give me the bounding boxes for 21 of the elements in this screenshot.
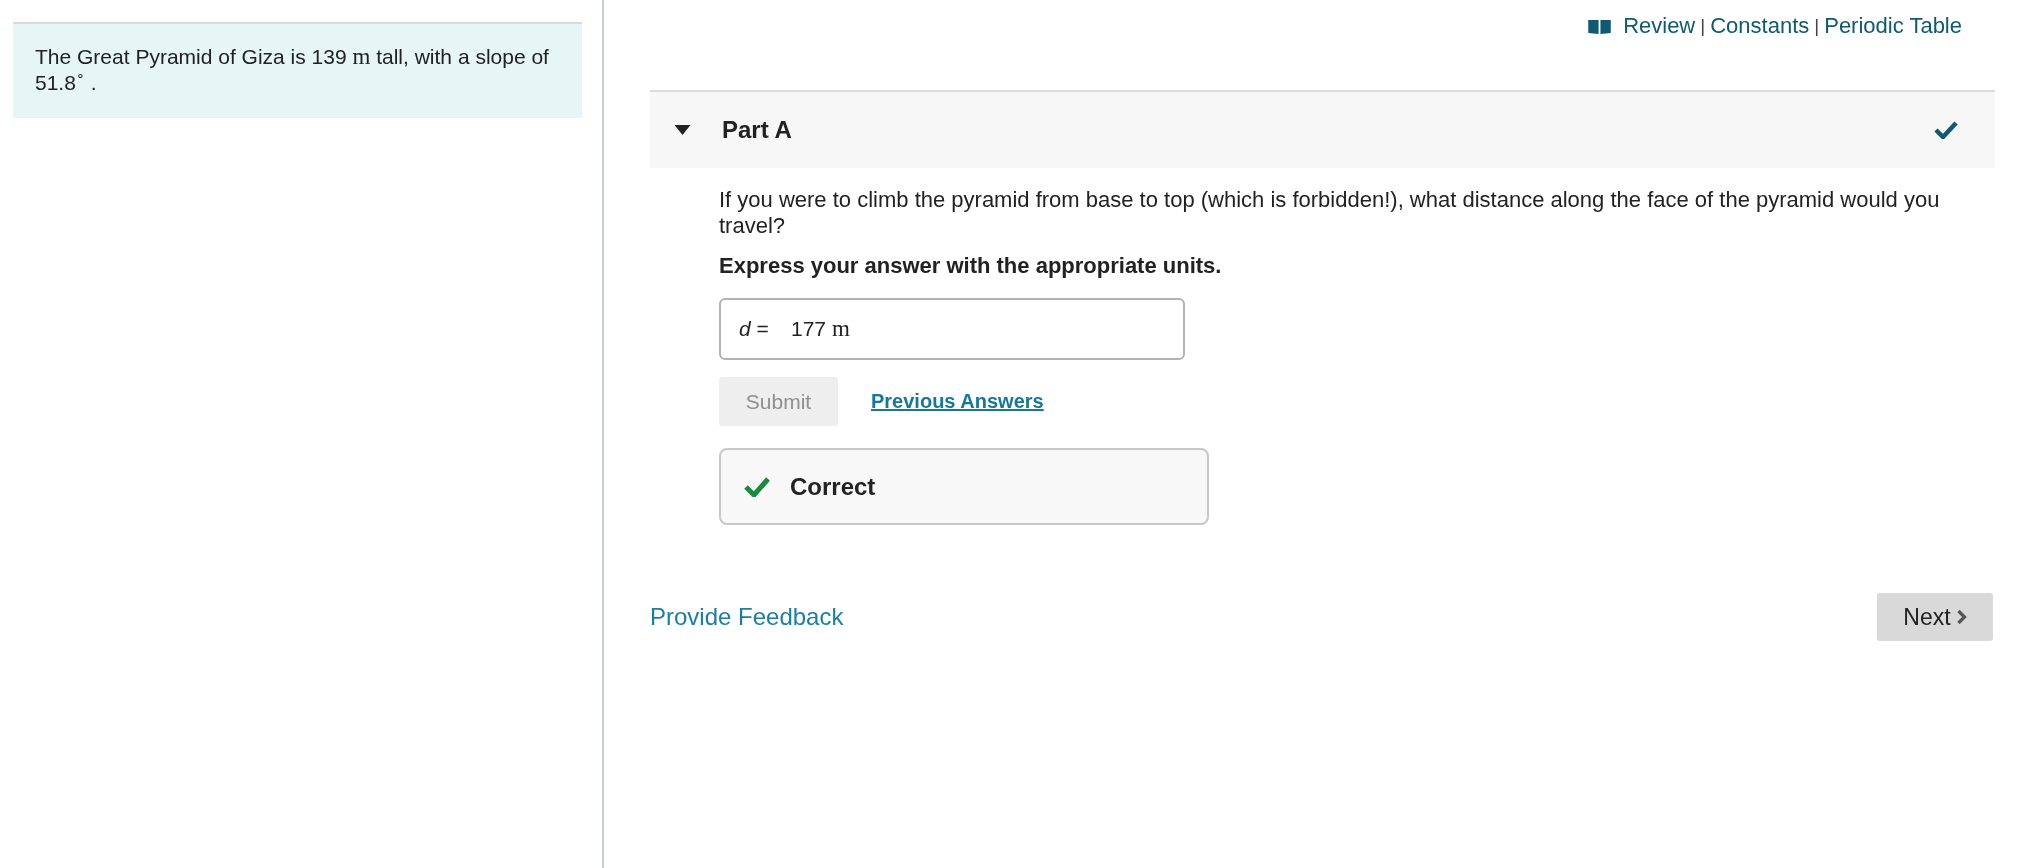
answer-value: 177 m [791, 316, 850, 342]
caret-icon[interactable] [674, 125, 691, 135]
toolbar-link[interactable]: Constants [1710, 13, 1810, 39]
toolbar-link[interactable]: Periodic Table [1824, 13, 1962, 39]
separator: | [1814, 14, 1820, 38]
instruction-text: Express your answer with the appropriate units. [719, 253, 1223, 279]
book-icon[interactable] [1588, 18, 1612, 34]
chevron-right-icon [1955, 609, 1967, 625]
answer-label: d = [739, 317, 770, 341]
next-button[interactable]: Next [1877, 593, 1993, 641]
question-text: If you were to climb the pyramid from base to top (which is forbidden!), what distance along the face of the pyramid would you travel? [719, 187, 1941, 239]
checkmark-icon [744, 476, 770, 497]
answer-field[interactable]: d = 177 m [719, 298, 1185, 360]
intro-text: The Great Pyramid of Giza is 139 m tall, with a slope of 51.8$^{∘}$ . [35, 44, 550, 96]
toolbar-link[interactable]: Review [1623, 13, 1696, 39]
separator: | [1700, 14, 1706, 38]
provide-feedback-link[interactable]: Provide Feedback [650, 603, 844, 631]
previous-answers-link[interactable]: Previous Answers [871, 390, 1044, 413]
feedback-text: Correct [790, 472, 876, 501]
part-header[interactable]: Part A [650, 90, 1995, 168]
part-title: Part A [722, 116, 792, 144]
